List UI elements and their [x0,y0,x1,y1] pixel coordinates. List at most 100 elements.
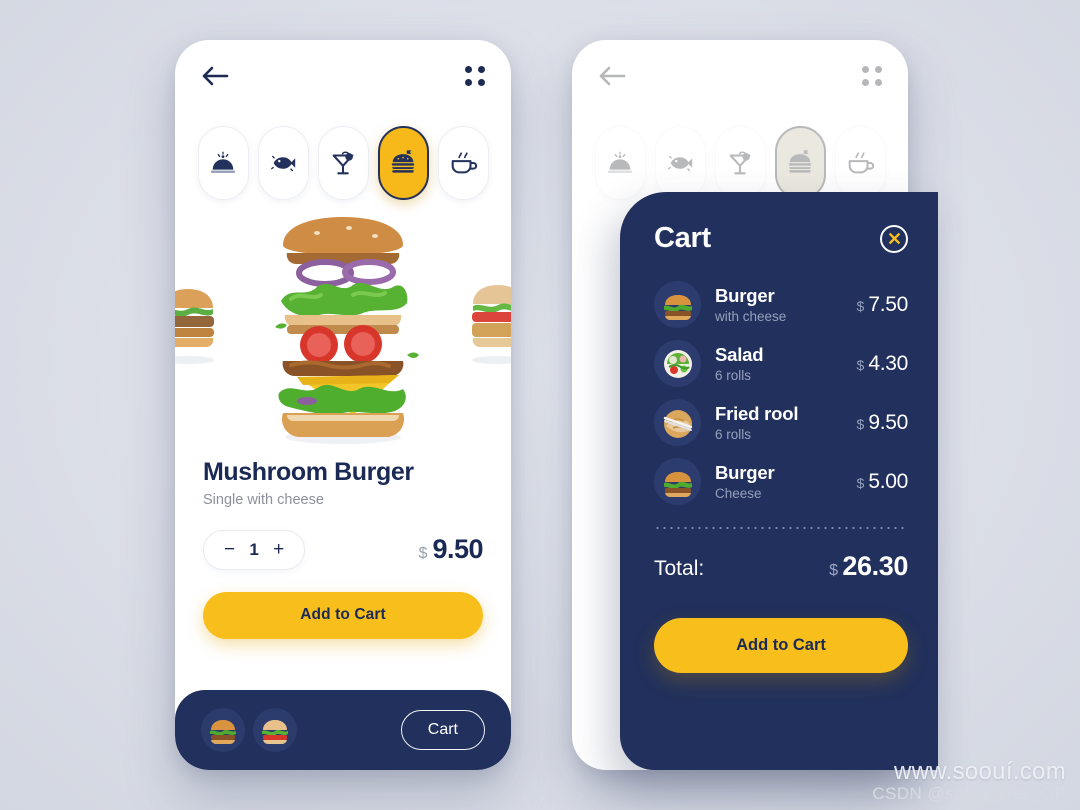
increment-button[interactable]: + [273,540,284,559]
burger-thumb-icon [262,720,288,745]
cart-item-thumb [654,399,701,446]
decrement-button[interactable]: − [224,540,235,559]
cart-item-price: $ 5.00 [856,469,909,494]
cart-item-currency: $ [856,356,865,373]
cart-divider [654,527,908,529]
cart-item-price: $ 7.50 [856,292,909,317]
category-tab-burger[interactable] [377,126,429,200]
add-to-cart-button[interactable]: Add to Cart [203,591,483,639]
quantity-value: 1 [249,539,259,559]
back-arrow-icon[interactable] [201,65,229,87]
total-label: Total: [654,557,705,580]
bottom-thumbnails [201,708,297,752]
cart-header: Cart [654,222,908,255]
product-price: $ 9.50 [418,534,484,565]
category-tab-coffee[interactable] [834,126,886,200]
quantity-stepper[interactable]: − 1 + [203,529,306,570]
burger-preview-left-image [175,289,214,364]
cart-item-desc: with cheese [715,309,787,324]
fish-icon [271,155,296,172]
bottom-nav-bar: Cart [175,690,511,770]
cart-item-amount: 9.50 [868,410,908,434]
cart-item-currency: $ [856,415,865,432]
cart-item-currency: $ [856,297,865,314]
bottom-thumb-item[interactable] [253,708,297,752]
category-tab-drinks[interactable] [714,126,766,200]
total-currency: $ [829,562,838,579]
top-bar [572,40,908,112]
top-bar [175,40,511,112]
cart-item-thumb [654,281,701,328]
list-item[interactable]: Burger Cheese $ 5.00 [654,458,908,505]
cart-item-desc: 6 rolls [715,368,752,383]
friedroll-thumb-icon [663,409,692,438]
burger-thumb-icon [663,294,692,320]
cart-item-thumb [654,458,701,505]
list-item[interactable]: Burger with cheese $ 7.50 [654,281,908,328]
cart-total-row: Total: $ 26.30 [654,551,908,582]
burger-preview-right-image [472,285,511,364]
cart-item-name: Fried rool [715,403,799,424]
salad-thumb-icon [663,349,692,378]
cart-item-desc: Cheese [715,486,762,501]
list-item[interactable]: Fried rool 6 rolls $ 9.50 [654,399,908,446]
burger-icon [391,150,415,173]
cloche-dish-icon [210,151,236,173]
cart-item-list: Burger with cheese $ 7.50 Salad 6 rolls … [654,281,908,505]
category-tab-dish[interactable] [594,126,646,200]
cart-item-name: Burger [715,285,775,306]
quantity-price-row: − 1 + $ 9.50 [203,529,484,570]
bottom-thumb-item[interactable] [201,708,245,752]
category-tab-drinks[interactable] [317,126,369,200]
category-tabs [175,112,511,200]
cocktail-glass-icon [729,151,751,175]
exploded-burger-image [275,217,419,444]
cart-button[interactable]: Cart [400,710,485,750]
cart-item-name: Burger [715,462,775,483]
burger-thumb-icon [210,720,236,745]
page-title: Mushroom Burger [203,458,414,486]
product-info: Mushroom Burger Single with cheese − 1 +… [175,452,511,570]
cart-title: Cart [654,222,711,254]
burger-icon [788,150,812,173]
category-tab-fish[interactable] [257,126,309,200]
phone-screen-product: Mushroom Burger Single with cheese − 1 +… [175,40,511,770]
price-currency: $ [418,545,428,563]
cart-item-price: $ 4.30 [856,351,909,376]
total-amount: 26.30 [842,551,908,581]
cart-item-amount: 5.00 [868,469,908,493]
product-subtitle: Single with cheese [203,491,324,508]
grid-dots-icon[interactable] [862,66,882,86]
cart-item-thumb [654,340,701,387]
category-tab-burger[interactable] [774,126,826,200]
category-tabs [572,112,908,200]
fish-icon [668,155,693,172]
cart-item-currency: $ [856,474,865,491]
price-value: 9.50 [432,534,483,565]
burger-thumb-icon [663,471,692,497]
product-hero-image [175,210,511,452]
cart-item-amount: 7.50 [868,292,908,316]
cart-item-name: Salad [715,344,764,365]
cart-panel: Cart Burger with cheese $ 7.50 Salad 6 r… [620,192,938,770]
back-arrow-icon[interactable] [598,65,626,87]
cloche-dish-icon [607,151,633,173]
cart-item-price: $ 9.50 [856,410,909,435]
category-tab-dish[interactable] [197,126,249,200]
cart-item-desc: 6 rolls [715,427,752,442]
total-price: $ 26.30 [829,551,908,582]
close-cart-button[interactable] [880,224,908,253]
close-x-icon [888,233,900,244]
cocktail-glass-icon [332,151,354,175]
list-item[interactable]: Salad 6 rolls $ 4.30 [654,340,908,387]
grid-dots-icon[interactable] [465,66,485,86]
category-tab-fish[interactable] [654,126,706,200]
coffee-cup-icon [451,152,478,174]
cart-add-to-cart-button[interactable]: Add to Cart [654,618,908,673]
watermark-author: CSDN @super_Dev_OP [872,784,1066,803]
cart-item-text: Burger Cheese [715,462,857,501]
cart-item-amount: 4.30 [868,351,908,375]
cart-item-text: Salad 6 rolls [715,344,857,383]
dimmed-background-content [572,40,908,200]
category-tab-coffee[interactable] [437,126,489,200]
